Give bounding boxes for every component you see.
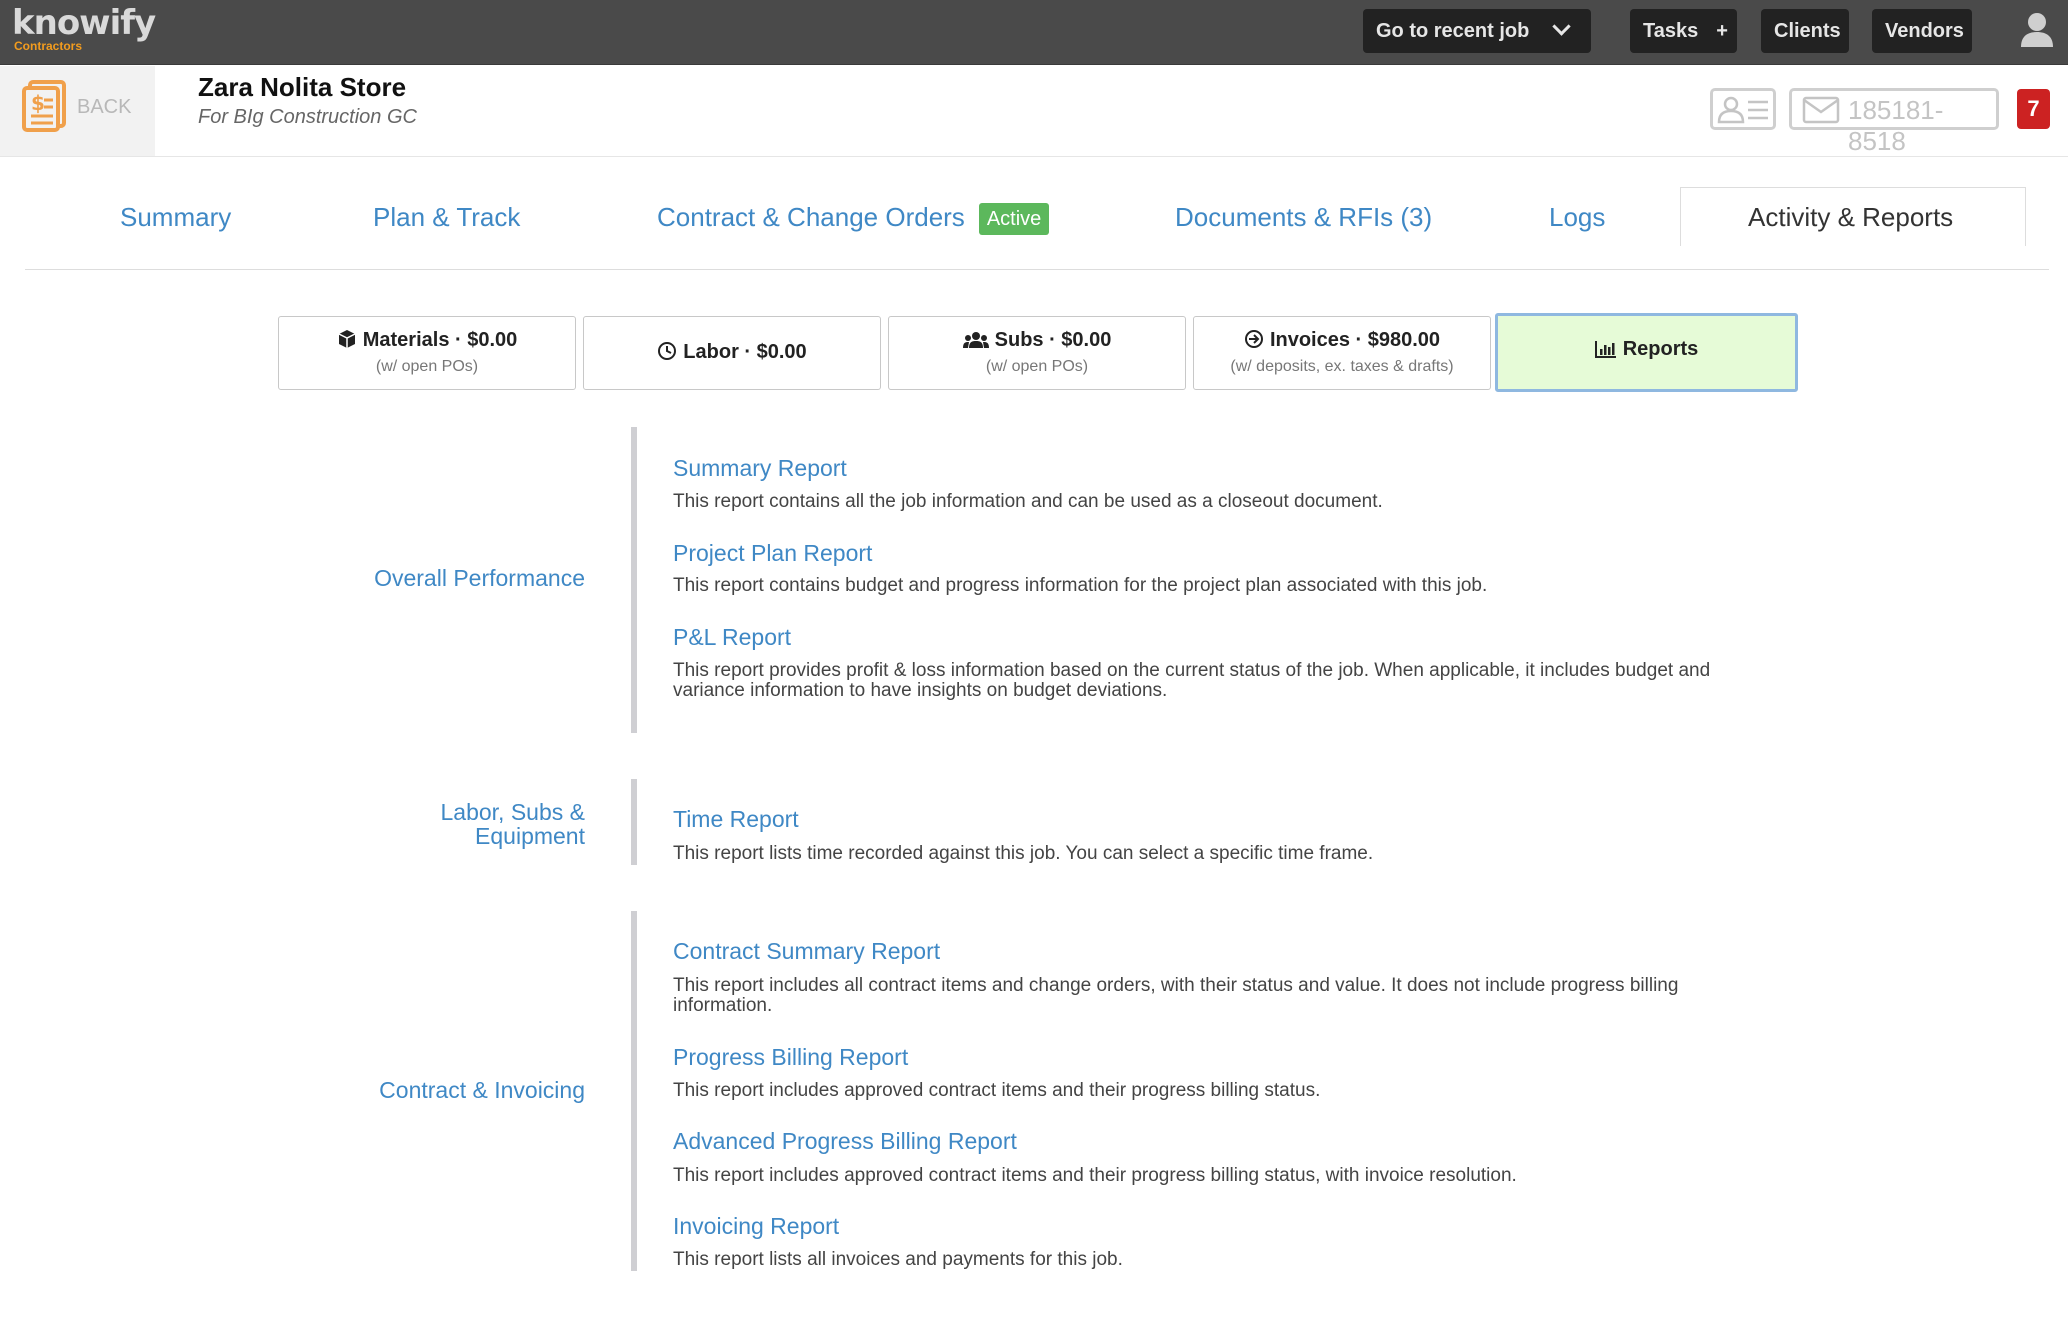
back-label: BACK — [77, 96, 132, 118]
tasks-button[interactable]: Tasks + — [1630, 9, 1737, 53]
subs-total: Subs · $0.00 — [994, 329, 1112, 351]
tab-activity-reports[interactable]: Activity & Reports — [1748, 200, 1953, 234]
logo-subtext: Contractors — [14, 39, 83, 53]
invoices-summary-button[interactable]: Invoices · $980.00 (w/ deposits, ex. tax… — [1193, 316, 1491, 390]
knowify-logo[interactable]: knowify Contractors — [12, 3, 156, 53]
materials-note: (w/ open POs) — [375, 358, 479, 375]
recent-job-label: Go to recent job — [1376, 20, 1530, 42]
invoice-document-icon: $ — [22, 80, 66, 132]
phone-number: 185181-8518 — [1848, 95, 1944, 156]
section-overall-performance: Overall Performance — [374, 565, 585, 591]
header-divider — [0, 156, 2068, 157]
tab-contract-label: Contract & Change Orders — [657, 202, 965, 232]
materials-summary-button[interactable]: Materials · $0.00 (w/ open POs) — [278, 316, 576, 390]
tasks-label: Tasks — [1643, 20, 1699, 42]
invoicing-report-link[interactable]: Invoicing Report — [673, 1213, 839, 1240]
invoices-note: (w/ deposits, ex. taxes & drafts) — [1230, 358, 1454, 375]
chevron-down-icon — [1552, 17, 1572, 36]
summary-report-description: This report contains all the job informa… — [673, 491, 1383, 512]
subs-summary-button[interactable]: Subs · $0.00 (w/ open POs) — [888, 316, 1186, 390]
phone-email-button[interactable]: 185181-8518 — [1789, 88, 1999, 156]
tab-plan-track[interactable]: Plan & Track — [373, 200, 520, 234]
project-plan-report-description: This report contains budget and progress… — [673, 575, 1488, 596]
bar-chart-icon — [1594, 341, 1616, 358]
labor-total: Labor · $0.00 — [683, 341, 807, 363]
contact-card-icon — [1717, 96, 1768, 124]
tab-documents-rfis[interactable]: Documents & RFIs (3) — [1175, 200, 1432, 234]
progress-billing-report-link[interactable]: Progress Billing Report — [673, 1044, 908, 1071]
section-labor-subs-equipment: Labor, Subs & Equipment — [441, 800, 586, 848]
project-plan-report-link[interactable]: Project Plan Report — [673, 540, 872, 567]
clients-button[interactable]: Clients — [1761, 9, 1849, 53]
section-divider-contract — [631, 911, 637, 1271]
section-contract-invoicing: Contract & Invoicing — [379, 1077, 585, 1103]
invoicing-report-description: This report lists all invoices and payme… — [673, 1249, 1123, 1270]
advanced-progress-billing-report-link[interactable]: Advanced Progress Billing Report — [673, 1128, 1017, 1155]
recent-job-dropdown[interactable]: Go to recent job — [1363, 9, 1591, 53]
time-report-description: This report lists time recorded against … — [673, 843, 1374, 864]
summary-report-link[interactable]: Summary Report — [673, 455, 847, 482]
reports-label: Reports — [1622, 338, 1699, 360]
section-divider-labor — [631, 779, 637, 865]
logo-text: knowify — [12, 3, 156, 43]
invoices-total: Invoices · $980.00 — [1269, 329, 1441, 351]
tab-contract-change-orders[interactable]: Contract & Change Orders Active — [657, 200, 1050, 235]
section-labor-label-line2: Equipment — [475, 823, 585, 849]
contract-summary-report-link[interactable]: Contract Summary Report — [673, 938, 940, 965]
pl-report-link[interactable]: P&L Report — [673, 624, 791, 651]
clock-icon — [658, 342, 677, 360]
envelope-icon — [1802, 96, 1840, 124]
tab-summary[interactable]: Summary — [120, 200, 231, 234]
section-labor-label-line1: Labor, Subs & — [440, 799, 586, 825]
job-title: Zara Nolita Store — [198, 72, 407, 102]
progress-billing-report-description: This report includes approved contract i… — [673, 1080, 1321, 1101]
job-client: For BIg Construction GC — [198, 106, 417, 128]
vendors-label: Vendors — [1885, 20, 1964, 42]
clients-label: Clients — [1774, 20, 1841, 42]
contract-summary-report-description: This report includes all contract items … — [673, 975, 1679, 1016]
svg-text:$: $ — [31, 91, 45, 115]
tab-logs[interactable]: Logs — [1549, 200, 1605, 234]
users-group-icon — [962, 332, 989, 348]
tabs-divider — [25, 269, 2049, 270]
advanced-progress-billing-report-description: This report includes approved contract i… — [673, 1165, 1517, 1186]
arrow-circle-right-icon — [1244, 330, 1263, 348]
materials-total: Materials · $0.00 — [362, 329, 518, 351]
pl-report-description: This report provides profit & loss infor… — [673, 660, 1711, 701]
top-navigation-bar: knowify Contractors Go to recent job Tas… — [0, 0, 2068, 65]
plus-icon: + — [1716, 20, 1728, 42]
vendors-button[interactable]: Vendors — [1872, 9, 1972, 53]
time-report-link[interactable]: Time Report — [673, 806, 799, 833]
back-button[interactable]: $ BACK — [0, 66, 155, 156]
subs-note: (w/ open POs) — [985, 358, 1089, 375]
contact-card-button[interactable] — [1710, 88, 1776, 130]
notification-badge[interactable]: 7 — [2017, 89, 2050, 129]
status-badge: Active — [978, 203, 1050, 235]
cube-icon — [338, 330, 356, 348]
section-divider-overall — [631, 427, 637, 733]
labor-summary-button[interactable]: Labor · $0.00 — [583, 316, 881, 390]
user-profile-icon[interactable] — [2020, 12, 2054, 48]
reports-button[interactable]: Reports — [1495, 313, 1798, 392]
